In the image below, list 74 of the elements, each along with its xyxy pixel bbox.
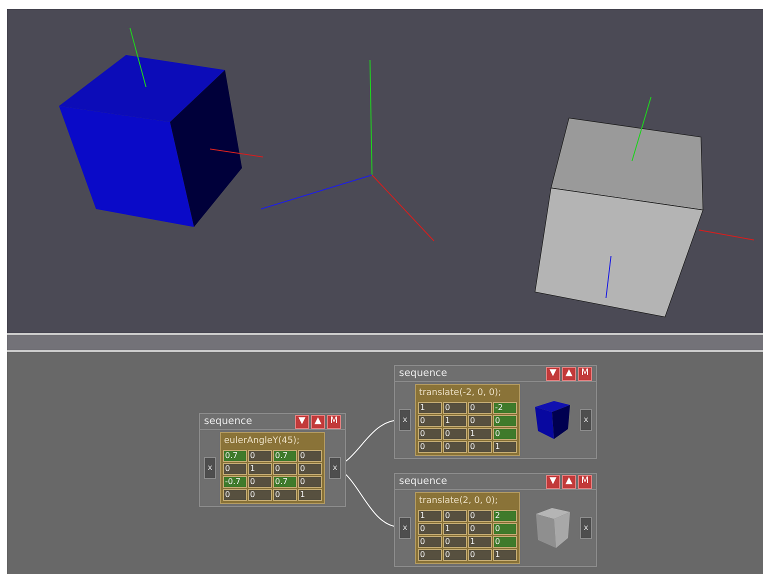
matrix-cell[interactable]: 0 [493, 428, 517, 440]
output-port[interactable]: x [580, 517, 592, 539]
matrix-cell[interactable]: 1 [493, 549, 517, 561]
matrix-cell[interactable]: 0 [223, 489, 247, 501]
matrix-cell[interactable]: 0 [273, 489, 297, 501]
matrix-cell[interactable]: 0 [468, 441, 492, 453]
matrix-cell[interactable]: 0.7 [273, 450, 297, 462]
matrix-cell[interactable]: 0.7 [273, 476, 297, 488]
node-button[interactable]: M [327, 414, 341, 428]
matrix-cell[interactable]: 1 [248, 463, 272, 475]
matrix-cell[interactable]: -0.7 [223, 476, 247, 488]
matrix-cell[interactable]: 0 [418, 549, 442, 561]
expression-label: translate(2, 0, 0); [418, 494, 499, 508]
matrix-cell[interactable]: 0 [418, 441, 442, 453]
matrix-cell[interactable]: 0 [468, 510, 492, 522]
node-button[interactable]: ▲ [562, 366, 576, 380]
matrix-cell[interactable]: 1 [493, 441, 517, 453]
matrix-cell[interactable]: 0 [418, 536, 442, 548]
matrix-cell[interactable]: 0 [468, 415, 492, 427]
input-port[interactable]: x [399, 409, 411, 431]
matrix-cell[interactable]: 0 [298, 463, 322, 475]
node-title: sequence [204, 415, 252, 429]
node-title: sequence [399, 367, 448, 381]
node-button[interactable]: ▲ [562, 474, 576, 488]
matrix-cell[interactable]: -2 [493, 402, 517, 414]
matrix-cell[interactable]: 2 [493, 510, 517, 522]
matrix-cell[interactable]: 0 [248, 476, 272, 488]
matrix-cell[interactable]: 0 [418, 523, 442, 535]
matrix-cell[interactable]: 0 [298, 476, 322, 488]
3d-viewport-drawing[interactable] [7, 9, 763, 333]
matrix-cell[interactable]: 0 [443, 536, 467, 548]
matrix-cell[interactable]: 0 [248, 450, 272, 462]
node-button[interactable]: ▲ [311, 414, 325, 428]
input-port[interactable]: x [399, 517, 411, 539]
matrix-cell[interactable]: 1 [468, 428, 492, 440]
matrix-cell[interactable]: 1 [418, 402, 442, 414]
matrix-cell[interactable]: 0 [468, 549, 492, 561]
node-button[interactable]: ▼ [295, 414, 309, 428]
matrix-cell[interactable]: 0 [443, 402, 467, 414]
matrix-cell[interactable]: 0 [493, 523, 517, 535]
matrix-cell[interactable]: 0 [493, 415, 517, 427]
matrix-cell[interactable]: 0 [443, 549, 467, 561]
matrix-cell[interactable]: 0 [468, 523, 492, 535]
node-button[interactable]: ▼ [546, 366, 560, 380]
expression-label: eulerAngleY(45); [223, 434, 301, 448]
matrix-cell[interactable]: 1 [443, 523, 467, 535]
input-port[interactable]: x [204, 457, 216, 479]
matrix-cell[interactable]: 1 [298, 489, 322, 501]
matrix-cell[interactable]: 0 [493, 536, 517, 548]
matrix-cell[interactable]: 0 [298, 450, 322, 462]
matrix-cell[interactable]: 0 [443, 510, 467, 522]
matrix-cell[interactable]: 0 [418, 428, 442, 440]
matrix-cell[interactable]: 0 [443, 441, 467, 453]
matrix-cell[interactable]: 0 [223, 463, 247, 475]
matrix-cell[interactable]: 0 [273, 463, 297, 475]
cube-preview-icon [532, 399, 572, 441]
matrix-cell[interactable]: 0 [468, 402, 492, 414]
matrix-cell[interactable]: 1 [418, 510, 442, 522]
output-port[interactable]: x [329, 457, 341, 479]
node-button[interactable]: ▼ [546, 474, 560, 488]
matrix-cell[interactable]: 0 [418, 415, 442, 427]
matrix-cell[interactable]: 0 [443, 428, 467, 440]
matrix-cell[interactable]: 1 [443, 415, 467, 427]
matrix-cell[interactable]: 0 [248, 489, 272, 501]
sequence-node[interactable]: sequence ▼ ▲ M x translate(-2, 0, 0); 1 0 0 -2 0 1 0 0 0 0 1 0 0 0 0 1 x [394, 365, 597, 459]
sequence-node[interactable]: sequence ▼ ▲ M x eulerAngleY(45); 0.7 0 0.7 0 0 1 0 0 -0.7 0 0.7 0 0 0 0 1 x [199, 413, 346, 507]
node-button[interactable]: M [578, 474, 592, 488]
output-port[interactable]: x [580, 409, 592, 431]
matrix-cell[interactable]: 1 [468, 536, 492, 548]
matrix-cell[interactable]: 0.7 [223, 450, 247, 462]
node-button[interactable]: M [578, 366, 592, 380]
sequence-node[interactable]: sequence ▼ ▲ M x translate(2, 0, 0); 1 0 0 2 0 1 0 0 0 0 1 0 0 0 0 1 x [394, 473, 597, 567]
node-title: sequence [399, 475, 448, 489]
expression-label: translate(-2, 0, 0); [418, 386, 502, 400]
